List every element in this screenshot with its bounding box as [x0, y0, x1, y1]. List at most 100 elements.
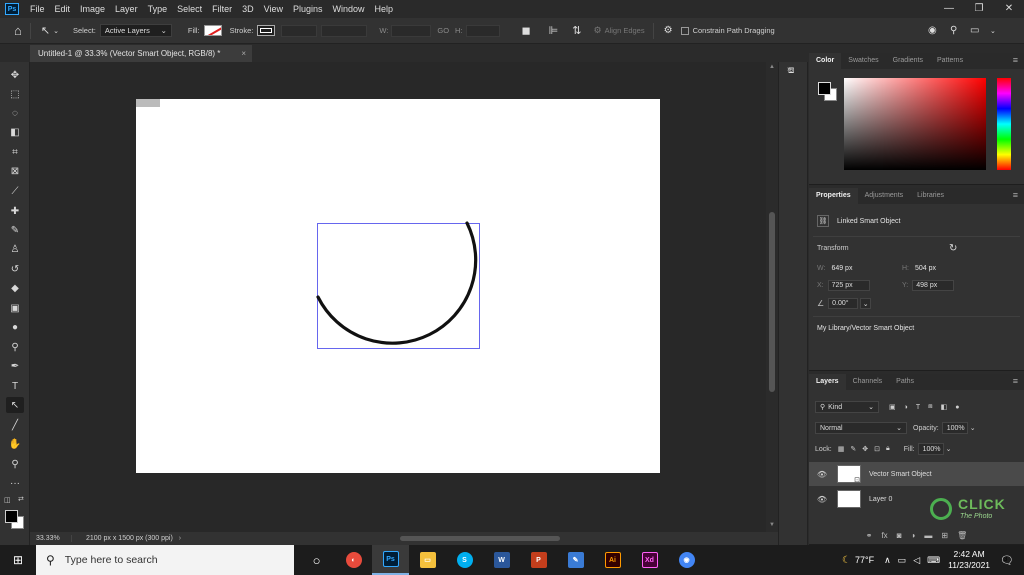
gear-icon[interactable]: ⚙ — [664, 25, 673, 36]
new-layer-icon[interactable]: ⊞ — [941, 531, 948, 540]
properties-strip-icon[interactable]: ⧈ — [788, 65, 794, 76]
tab-swatches[interactable]: Swatches — [841, 53, 885, 69]
weather-icon[interactable]: ☾ — [842, 555, 851, 566]
type-filter-icon[interactable]: T — [916, 404, 920, 411]
tab-channels[interactable]: Channels — [846, 374, 890, 390]
blur-tool[interactable]: ● — [6, 319, 24, 335]
close-button[interactable]: ✕ — [994, 0, 1024, 18]
lock-pixels-icon[interactable]: ✎ — [850, 445, 856, 453]
layer-row[interactable]: 👁︎ Vector Smart Object — [809, 462, 1024, 486]
share-icon[interactable]: ◉ — [928, 25, 937, 36]
panel-menu-icon[interactable]: ≡ — [1013, 55, 1018, 65]
eye-icon[interactable]: 👁︎ — [815, 470, 829, 479]
tab-layers[interactable]: Layers — [809, 374, 846, 390]
color-picker-field[interactable] — [844, 78, 986, 170]
workspace-icon[interactable]: ▭ — [970, 25, 979, 36]
start-button[interactable]: ⊞ — [0, 545, 36, 575]
menu-type[interactable]: Type — [143, 0, 173, 18]
eraser-tool[interactable]: ◆ — [6, 280, 24, 296]
panel-menu-icon[interactable]: ≡ — [1013, 190, 1018, 200]
speaker-icon[interactable]: ◁ — [913, 555, 920, 566]
reset-transform-icon[interactable]: ↻ — [949, 243, 957, 254]
maximize-button[interactable]: ❐ — [964, 0, 994, 18]
select-dropdown[interactable]: Active Layers ⌄ — [99, 24, 172, 37]
pen-tool[interactable]: ✒ — [6, 358, 24, 374]
height-field[interactable] — [465, 24, 500, 37]
frame-tool[interactable]: ⊠ — [6, 163, 24, 179]
stroke-width-field[interactable] — [281, 24, 318, 37]
menu-filter[interactable]: Filter — [207, 0, 237, 18]
tab-color[interactable]: Color — [809, 53, 842, 69]
taskbar-search[interactable]: ⚲ Type here to search — [36, 545, 294, 575]
type-tool[interactable]: T — [6, 378, 24, 394]
hand-tool[interactable]: ✋ — [6, 436, 24, 452]
taskbar-photoshop[interactable]: Ps — [372, 545, 409, 575]
taskbar-powerpoint[interactable]: P — [520, 545, 557, 575]
chevron-down-icon[interactable]: ⌄ — [53, 27, 59, 35]
opacity-field[interactable]: 100% — [941, 422, 968, 434]
clock[interactable]: 2:42 AM 11/23/2021 — [948, 549, 990, 571]
h-value[interactable]: 504 px — [915, 265, 936, 272]
menu-layer[interactable]: Layer — [110, 0, 143, 18]
align-edges-label[interactable]: Align Edges — [605, 26, 645, 35]
foreground-color[interactable] — [5, 510, 18, 523]
folder-icon[interactable]: ▬ — [924, 531, 932, 540]
search-icon[interactable]: ⚲ — [950, 25, 957, 36]
zoom-tool[interactable]: ⚲ — [6, 456, 24, 472]
network-icon[interactable]: ▭ — [898, 555, 907, 566]
fill-field[interactable]: 100% — [917, 443, 944, 455]
marquee-tool[interactable]: ⬚ — [6, 86, 24, 102]
trash-icon[interactable]: 🗑︎ — [957, 531, 967, 540]
layer-name[interactable]: Vector Smart Object — [869, 471, 932, 478]
menu-image[interactable]: Image — [75, 0, 110, 18]
arc-path[interactable] — [316, 221, 478, 345]
fx-icon[interactable]: fx — [881, 531, 887, 540]
document-tab[interactable]: Untitled-1 @ 33.3% (Vector Smart Object,… — [30, 45, 252, 62]
tab-patterns[interactable]: Patterns — [930, 53, 970, 69]
taskbar-app[interactable]: ◐ — [335, 545, 372, 575]
angle-dropdown[interactable]: ⌄ — [860, 298, 872, 309]
more-tools[interactable]: ··· — [6, 475, 24, 491]
brush-tool[interactable]: ✎ — [6, 222, 24, 238]
smart-object-filter-icon[interactable]: ◧ — [941, 403, 948, 411]
layer-name[interactable]: Layer 0 — [869, 496, 892, 503]
link-layers-icon[interactable]: ⚭ — [866, 531, 873, 540]
tab-libraries[interactable]: Libraries — [910, 188, 951, 204]
weather-temp[interactable]: 77°F — [855, 555, 874, 565]
w-value[interactable]: 649 px — [831, 265, 852, 272]
link-label[interactable]: GO — [437, 26, 449, 35]
eyedropper-tool[interactable]: ⟋ — [6, 183, 24, 199]
menu-help[interactable]: Help — [370, 0, 399, 18]
close-icon[interactable]: × — [241, 49, 246, 58]
y-field[interactable]: 498 px — [912, 280, 955, 291]
menu-plugins[interactable]: Plugins — [288, 0, 328, 18]
vertical-scrollbar[interactable]: ▲ ▼ — [766, 62, 778, 532]
fill-swatch[interactable] — [203, 25, 222, 36]
lock-artboard-icon[interactable]: ⊡ — [874, 445, 880, 453]
lock-all-icon[interactable]: 🔒︎ — [886, 445, 890, 453]
tab-paths[interactable]: Paths — [889, 374, 921, 390]
menu-file[interactable]: File — [25, 0, 50, 18]
stroke-type-dropdown[interactable] — [321, 24, 368, 37]
lasso-tool[interactable]: ◌ — [6, 105, 24, 121]
lock-position-icon[interactable]: ✥ — [862, 445, 868, 453]
menu-select[interactable]: Select — [172, 0, 207, 18]
home-icon[interactable]: ⌂ — [14, 23, 22, 38]
width-field[interactable] — [391, 24, 432, 37]
notification-icon[interactable]: 🗨︎ 3 — [1000, 554, 1014, 567]
taskbar-chrome[interactable]: ◉ — [668, 545, 705, 575]
vertical-scroll-thumb[interactable] — [769, 212, 775, 392]
clone-stamp-tool[interactable]: ♙ — [6, 241, 24, 257]
path-arrangement-icon[interactable]: ⇅ — [572, 24, 581, 37]
layer-kind-filter[interactable]: ⚲ Kind ⌄ — [815, 401, 879, 413]
library-path[interactable]: My Library/Vector Smart Object — [817, 325, 914, 332]
filter-toggle-icon[interactable]: ● — [955, 404, 959, 411]
document-canvas[interactable] — [136, 99, 660, 473]
mask-icon[interactable]: ◙ — [897, 531, 902, 540]
language-icon[interactable]: ⌨ — [927, 555, 940, 566]
swap-colors-icon[interactable]: ⇄ — [18, 495, 24, 503]
zoom-level[interactable]: 33.33% — [30, 535, 72, 542]
lock-transparent-icon[interactable]: ▦ — [838, 445, 845, 453]
menu-window[interactable]: Window — [328, 0, 370, 18]
move-tool[interactable]: ✥ — [6, 67, 24, 83]
